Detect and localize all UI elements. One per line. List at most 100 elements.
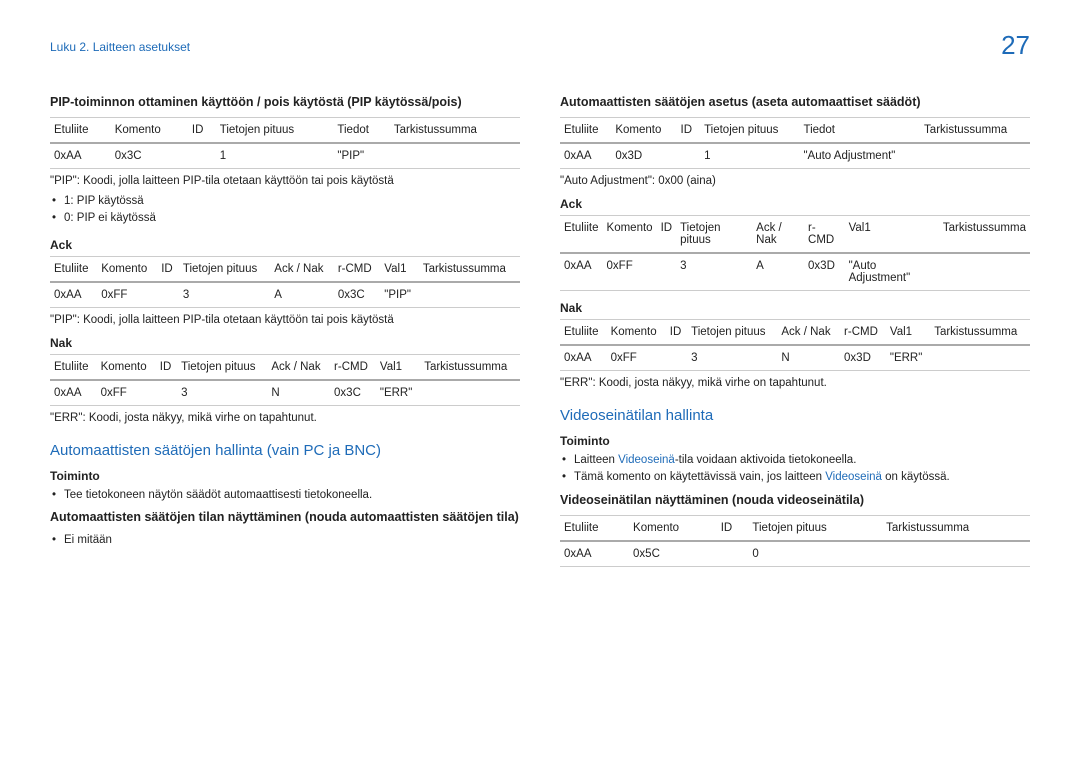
td: 3 — [177, 380, 267, 406]
toiminto-title: Toiminto — [560, 434, 1030, 448]
td — [677, 143, 701, 169]
td: 0 — [748, 541, 882, 567]
note-text: "PIP": Koodi, jolla laitteen PIP-tila ot… — [50, 175, 520, 187]
toiminto-title: Toiminto — [50, 469, 520, 483]
text: on käytössä. — [882, 471, 950, 483]
auto-adj-table: Etuliite Komento ID Tietojen pituus Tied… — [560, 117, 1030, 169]
pip-ack-table: Etuliite Komento ID Tietojen pituus Ack … — [50, 256, 520, 308]
link-text: Videoseinä — [618, 454, 675, 466]
th: Tarkistussumma — [390, 118, 520, 144]
th: Etuliite — [50, 256, 97, 282]
th: Tiedot — [333, 118, 389, 144]
td: 0xAA — [560, 253, 603, 291]
th: ID — [657, 216, 677, 254]
th: Tietojen pituus — [700, 118, 799, 144]
section-title: Automaattisten säätöjen tilan näyttämine… — [50, 510, 520, 524]
th: Tiedot — [799, 118, 920, 144]
td: 0xFF — [97, 282, 157, 308]
text: -tila voidaan aktivoida tietokoneella. — [675, 454, 857, 466]
section-title: PIP-toiminnon ottaminen käyttöön / pois … — [50, 95, 520, 109]
th: Komento — [607, 320, 666, 346]
td: N — [267, 380, 330, 406]
td — [882, 541, 1030, 567]
th: ID — [156, 354, 177, 380]
td: 1 — [216, 143, 334, 169]
page-header: Luku 2. Laitteen asetukset 27 — [50, 30, 1030, 61]
td: 0x3D — [804, 253, 845, 291]
th: r-CMD — [330, 354, 376, 380]
th: Tietojen pituus — [687, 320, 777, 346]
text: Laitteen — [574, 454, 618, 466]
td: 1 — [700, 143, 799, 169]
videowall-table: Etuliite Komento ID Tietojen pituus Tark… — [560, 515, 1030, 567]
th: Tarkistussumma — [419, 256, 520, 282]
td — [156, 380, 177, 406]
td — [419, 282, 520, 308]
th: ID — [677, 118, 701, 144]
bullet-list: Laitteen Videoseinä-tila voidaan aktivoi… — [560, 452, 1030, 487]
ack-title: Ack — [50, 238, 520, 252]
th: Val1 — [380, 256, 419, 282]
td: A — [752, 253, 804, 291]
th: Tietojen pituus — [676, 216, 752, 254]
td: 0x5C — [629, 541, 717, 567]
note-text: "ERR": Koodi, josta näkyy, mikä virhe on… — [560, 377, 1030, 389]
pip-command-table: Etuliite Komento ID Tietojen pituus Tied… — [50, 117, 520, 169]
bullet-list: 1: PIP käytössä 0: PIP ei käytössä — [50, 193, 520, 228]
list-item: Ei mitään — [50, 532, 520, 549]
text: Tämä komento on käytettävissä vain, jos … — [574, 471, 825, 483]
td — [666, 345, 687, 371]
th: Komento — [629, 515, 717, 541]
left-column: PIP-toiminnon ottaminen käyttöön / pois … — [50, 91, 520, 573]
td: 0xFF — [603, 253, 657, 291]
th: Etuliite — [560, 320, 607, 346]
th: Etuliite — [560, 216, 603, 254]
td: 0x3C — [334, 282, 380, 308]
th: ID — [188, 118, 216, 144]
td: "Auto Adjustment" — [845, 253, 939, 291]
th: Tarkistussumma — [930, 320, 1030, 346]
th: ID — [157, 256, 179, 282]
list-item: Tämä komento on käytettävissä vain, jos … — [560, 469, 1030, 486]
th: Val1 — [845, 216, 939, 254]
link-text: Videoseinä — [825, 471, 882, 483]
th: Komento — [97, 256, 157, 282]
td: 0xAA — [560, 143, 611, 169]
th: Komento — [611, 118, 676, 144]
pip-nak-table: Etuliite Komento ID Tietojen pituus Ack … — [50, 354, 520, 406]
td: 0xAA — [50, 380, 97, 406]
th: Komento — [603, 216, 657, 254]
th: Etuliite — [50, 118, 111, 144]
td: 0xAA — [50, 143, 111, 169]
td: 0x3D — [840, 345, 886, 371]
td: 0xFF — [607, 345, 666, 371]
bullet-list: Tee tietokoneen näytön säädöt automaatti… — [50, 487, 520, 504]
page-number: 27 — [1001, 30, 1030, 61]
td: 3 — [179, 282, 270, 308]
td — [930, 345, 1030, 371]
th: Ack / Nak — [752, 216, 804, 254]
th: Val1 — [886, 320, 930, 346]
td — [717, 541, 749, 567]
nak-title: Nak — [560, 301, 1030, 315]
right-column: Automaattisten säätöjen asetus (aseta au… — [560, 91, 1030, 573]
section-title: Automaattisten säätöjen asetus (aseta au… — [560, 95, 1030, 109]
section-heading: Videoseinätilan hallinta — [560, 407, 1030, 424]
td: 0x3D — [611, 143, 676, 169]
td: "PIP" — [333, 143, 389, 169]
th: Tietojen pituus — [748, 515, 882, 541]
td: 0xFF — [97, 380, 156, 406]
th: Tietojen pituus — [216, 118, 334, 144]
th: Etuliite — [560, 515, 629, 541]
th: ID — [717, 515, 749, 541]
th: Etuliite — [50, 354, 97, 380]
td — [920, 143, 1030, 169]
auto-adj-nak-table: Etuliite Komento ID Tietojen pituus Ack … — [560, 319, 1030, 371]
td — [939, 253, 1030, 291]
td: 0xAA — [560, 345, 607, 371]
th: ID — [666, 320, 687, 346]
td — [657, 253, 677, 291]
td — [157, 282, 179, 308]
bullet-list: Ei mitään — [50, 532, 520, 549]
td: "PIP" — [380, 282, 419, 308]
